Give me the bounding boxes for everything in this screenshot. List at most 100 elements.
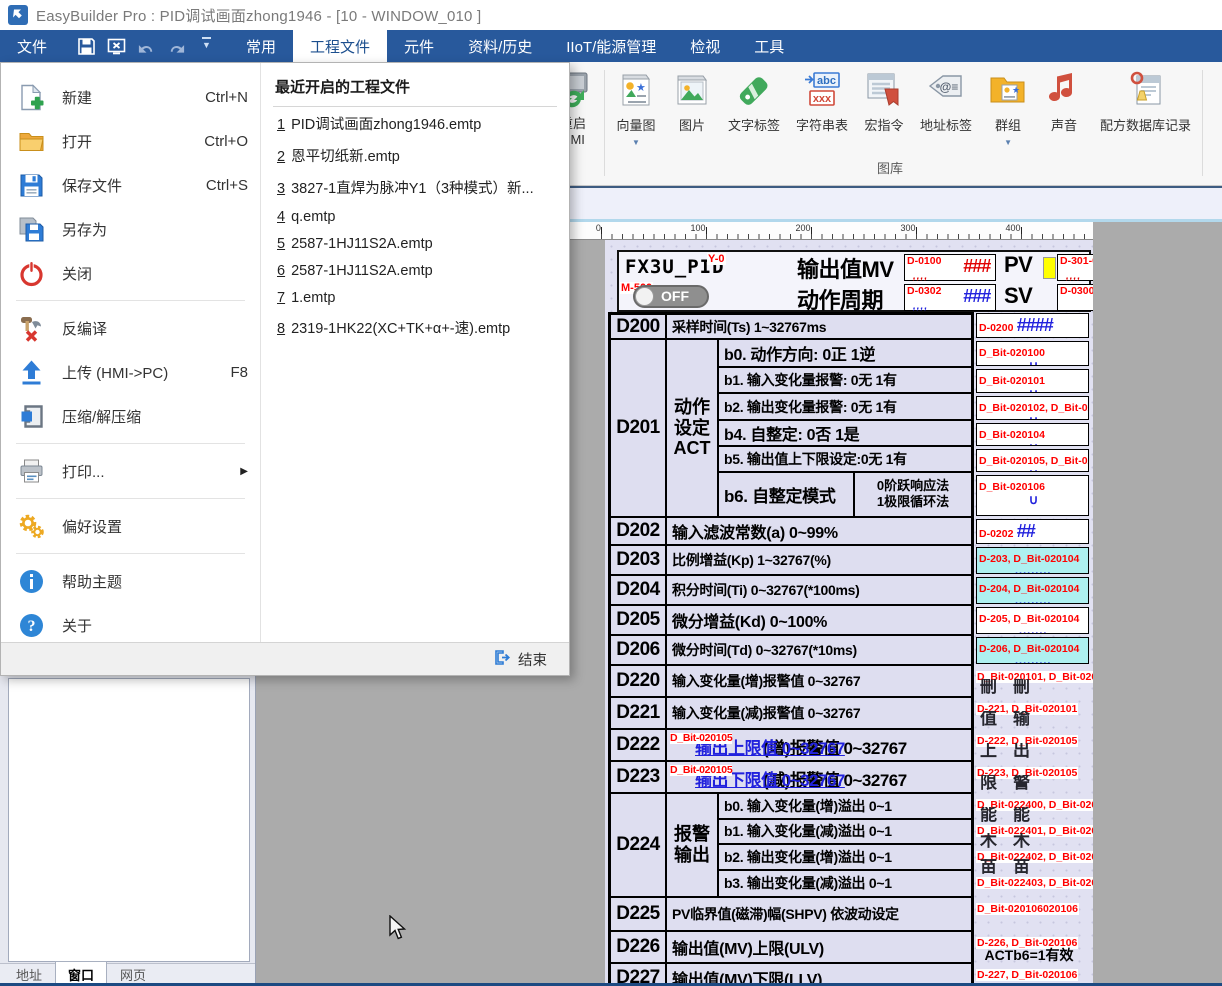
more-icon[interactable]: ▼ — [197, 37, 216, 56]
sub-row[interactable]: b1. 输入变化量(减)溢出 0~1 — [719, 820, 971, 846]
sub-row[interactable]: b0. 动作方向: 0正 1逆 — [719, 340, 971, 368]
recent-file-item[interactable]: 1PID调试画面zhong1946.emtp — [273, 107, 557, 139]
table-row-D223[interactable]: D223D_Bit-020105输出下限值 0~32767(减)报警值 0~32… — [608, 762, 1092, 794]
simulate-icon[interactable] — [107, 37, 126, 56]
chevron-down-icon[interactable]: ▼ — [632, 138, 640, 148]
pid-header-block[interactable]: FX3U_PID Y-0 M-500 OFF 输出值MV 动作周期 D-0100… — [617, 250, 1091, 312]
save-icon[interactable] — [77, 37, 96, 56]
ribbon-item-sound[interactable]: 声音 — [1036, 70, 1092, 148]
ribbon-item-macro[interactable]: 宏指令 — [856, 70, 912, 148]
address-display-box[interactable]: D_Bit-020105, D_Bit-020105∪ — [976, 449, 1089, 472]
ribbon-item-string-table[interactable]: abcxxx字符串表 — [788, 70, 856, 148]
menu-item-about[interactable]: ?关于 — [1, 603, 260, 647]
menu-item-preferences[interactable]: 偏好设置 — [1, 504, 260, 548]
ribbon-item-recipe-db[interactable]: 配方数据库记录 — [1092, 70, 1199, 148]
ribbon-item-vector-graph[interactable]: ★向量图▼ — [608, 70, 664, 148]
sub-row[interactable]: b5. 输出值上下限设定:0无 1有 — [719, 447, 971, 473]
sv-value-box[interactable]: D-0300 ### — [1057, 284, 1093, 311]
menu-item-save-as[interactable]: 另存为 — [1, 207, 260, 251]
redo-icon[interactable] — [167, 37, 186, 56]
address-display-box[interactable]: D_Bit-020104∪ — [976, 423, 1089, 446]
recent-file-item[interactable]: 71.emtp — [273, 284, 557, 311]
chevron-down-icon[interactable]: ▼ — [1004, 138, 1012, 148]
menu-tab-x[interactable]: 检视 — [673, 30, 737, 62]
menu-tab-x[interactable]: 工程文件 — [293, 30, 387, 62]
mv-value-box[interactable]: D-0100 ### ,,,, — [904, 254, 996, 281]
sub-row[interactable]: b1. 输入变化量报警: 0无 1有 — [719, 368, 971, 395]
menu-tab-x[interactable]: 元件 — [387, 30, 451, 62]
table-row-D220[interactable]: D220输入变化量(增)报警值 0~32767D_Bit-020101, D_B… — [608, 666, 1092, 698]
pid-register-table[interactable]: D200采样时间(Ts) 1~32767msD-0200####,,,,D201… — [608, 312, 1092, 986]
address-tag-chip[interactable]: D_Bit-020106020106 — [976, 899, 1079, 917]
sub-row[interactable]: b6. 自整定模式0阶跃响应法1极限循环法 — [719, 473, 971, 516]
row-main: D205微分增益(Kd) 0~100% — [608, 606, 974, 636]
recent-file-item[interactable]: 52587-1HJ11S2A.emtp — [273, 230, 557, 257]
table-row-D226[interactable]: D226输出值(MV)上限(ULV)D-226, D_Bit-020106ACT… — [608, 932, 1092, 964]
table-row-D225[interactable]: D225PV临界值(磁滞)幅(SHPV) 依波动设定D_Bit-02010602… — [608, 898, 1092, 932]
address-display-box[interactable]: D-204, D_Bit-020104,,,,,,,,, — [976, 577, 1089, 604]
row-description: D_Bit-020105输出下限值 0~32767(减)报警值 0~32767 — [667, 762, 971, 792]
address-label: D-206, D_Bit-020104 — [979, 643, 1079, 655]
ribbon-item-address-tag[interactable]: @≡地址标签 — [912, 70, 980, 148]
menu-tab-x[interactable]: 常用 — [229, 30, 293, 62]
exit-button[interactable]: 结束 — [488, 648, 553, 671]
table-row-D206[interactable]: D206微分时间(Td) 0~32767(*10ms)D-206, D_Bit-… — [608, 636, 1092, 666]
menu-item-save[interactable]: 保存文件Ctrl+S — [1, 163, 260, 207]
table-row-D222[interactable]: D222D_Bit-020105输出上限值 0~32767(增)报警值 0~32… — [608, 730, 1092, 762]
table-row-D205[interactable]: D205微分增益(Kd) 0~100%D-205, D_Bit-020104,,… — [608, 606, 1092, 636]
menu-tab-IIoTx[interactable]: IIoT/能源管理 — [549, 30, 673, 62]
undo-icon[interactable] — [137, 37, 156, 56]
ribbon-item-picture[interactable]: 图片 — [664, 70, 720, 148]
menu-item-upload[interactable]: 上传 (HMI->PC)F8 — [1, 350, 260, 394]
ribbon-item-text-tag[interactable]: 文字标签 — [720, 70, 788, 148]
address-display-box[interactable]: D_Bit-020100∪ — [976, 341, 1089, 366]
pv-value-box[interactable]: D-301-0301 # ,,,, — [1057, 254, 1093, 281]
onoff-toggle[interactable]: OFF — [633, 285, 709, 308]
address-display-box[interactable]: D-203, D_Bit-020104,,,,,,,,, — [976, 547, 1089, 574]
table-row-D203[interactable]: D203比例增益(Kp) 1~32767(%)D-203, D_Bit-0201… — [608, 546, 1092, 576]
recent-file-item[interactable]: 4q.emtp — [273, 203, 557, 230]
table-row-D224[interactable]: D224报警输出b0. 输入变化量(增)溢出 0~1b1. 输入变化量(减)溢出… — [608, 794, 1092, 898]
sub-row[interactable]: b0. 输入变化量(增)溢出 0~1 — [719, 794, 971, 820]
address-display-box[interactable]: D_Bit-020102, D_Bit-020102∪ — [976, 396, 1089, 420]
menu-item-power[interactable]: 关闭 — [1, 251, 260, 295]
value-marks: ,,,,,,, — [979, 627, 1088, 634]
menu-tab-x[interactable]: 资料/历史 — [451, 30, 549, 62]
recent-file-item[interactable]: 82319-1HK22(XC+TK+α+-速).emtp — [273, 311, 557, 343]
address-display-box[interactable]: D-0200####,,,, — [976, 313, 1089, 338]
menu-item-help[interactable]: 帮助主题 — [1, 559, 260, 603]
menu-tab-file[interactable]: 文件 — [0, 30, 64, 62]
address-cell: D_Bit-020104∪ — [974, 422, 1092, 448]
table-row-D221[interactable]: D221输入变化量(减)报警值 0~32767D-221, D_Bit-0201… — [608, 698, 1092, 730]
sound — [1044, 70, 1084, 110]
address-display-box[interactable]: D_Bit-020106∪ — [976, 475, 1089, 516]
address-display-box[interactable]: D_Bit-020101∪ — [976, 369, 1089, 393]
table-row-D201[interactable]: D201动作设定ACTb0. 动作方向: 0正 1逆b1. 输入变化量报警: 0… — [608, 340, 1092, 518]
menu-item-new-file[interactable]: 新建Ctrl+N — [1, 75, 260, 119]
table-row-D204[interactable]: D204积分时间(Ti) 0~32767(*100ms)D-204, D_Bit… — [608, 576, 1092, 606]
table-row-D202[interactable]: D202输入滤波常数(a) 0~99%D-0202## — [608, 518, 1092, 546]
hmi-screen-page[interactable]: FX3U_PID Y-0 M-500 OFF 输出值MV 动作周期 D-0100… — [605, 240, 1093, 986]
address-display-box[interactable]: D-205, D_Bit-020104,,,,,,, — [976, 607, 1089, 634]
menu-item-compress[interactable]: 压缩/解压缩 — [1, 394, 260, 438]
table-row-D200[interactable]: D200采样时间(Ts) 1~32767msD-0200####,,,, — [608, 312, 1092, 340]
menu-item-open-folder[interactable]: 打开Ctrl+O — [1, 119, 260, 163]
sub-row[interactable]: b4. 自整定: 0否 1是 — [719, 421, 971, 447]
sub-row[interactable]: b3. 输出变化量(减)溢出 0~1 — [719, 871, 971, 896]
pv-yellow-box[interactable] — [1043, 257, 1056, 279]
recent-file-item[interactable]: 2恩平切纸新.emtp — [273, 139, 557, 171]
recent-file-number: 3 — [277, 181, 285, 197]
address-tag-chip[interactable]: D_Bit-022403, D_Bit-020102 — [976, 873, 1093, 891]
recent-file-item[interactable]: 33827-1直焊为脉冲Y1（3种模式）新... — [273, 171, 557, 203]
menu-tab-x[interactable]: 工具 — [737, 30, 801, 62]
sub-row[interactable]: b2. 输出变化量报警: 0无 1有 — [719, 394, 971, 421]
cycle-value-box[interactable]: D-0302 ### ,,,, — [904, 284, 996, 311]
address-tag-chip[interactable]: D-227, D_Bit-020106 — [976, 965, 1078, 983]
recent-file-item[interactable]: 62587-1HJ11S2A.emtp — [273, 257, 557, 284]
address-display-box[interactable]: D-0202## — [976, 519, 1089, 544]
menu-item-print[interactable]: 打印...▶ — [1, 449, 260, 493]
ribbon-item-group[interactable]: ★群组▼ — [980, 70, 1036, 148]
sub-row[interactable]: b2. 输出变化量(增)溢出 0~1 — [719, 845, 971, 871]
address-display-box[interactable]: D-206, D_Bit-020104,,,,,,,,, — [976, 637, 1089, 664]
menu-item-decompile[interactable]: 反编译 — [1, 306, 260, 350]
